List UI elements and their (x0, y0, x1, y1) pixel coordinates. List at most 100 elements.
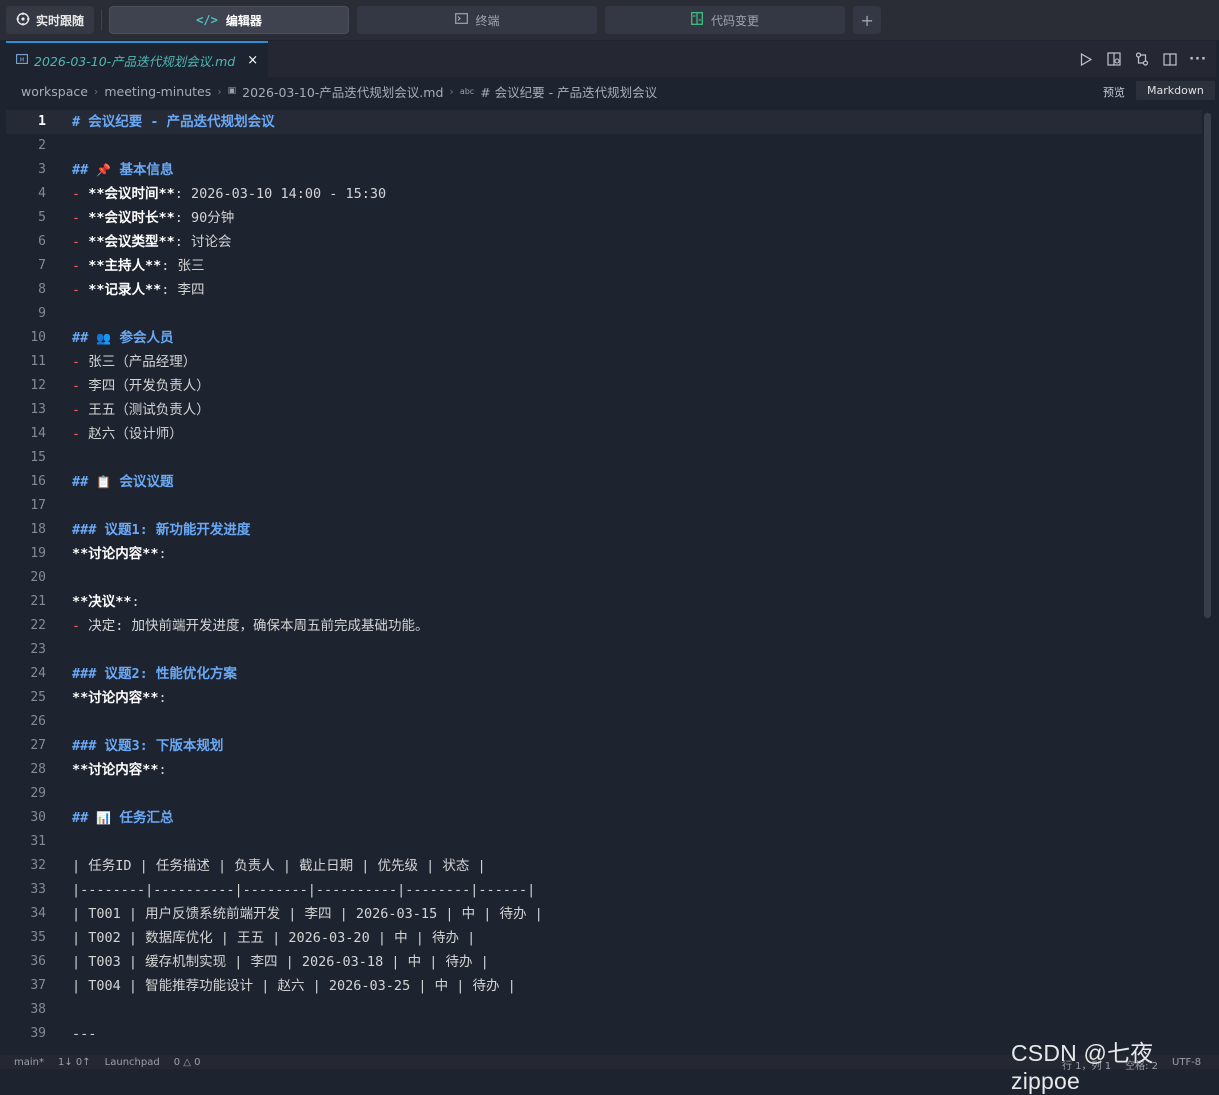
code-line[interactable]: 11 - 张三（产品经理） (6, 350, 1202, 374)
file-tab[interactable]: M 2026-03-10-产品迭代规划会议.md × (6, 41, 269, 77)
code-line[interactable]: 13 - 王五（测试负责人） (6, 398, 1202, 422)
line-number: 24 (30, 666, 46, 681)
sync-status[interactable]: 1↓ 0↑ (58, 1057, 91, 1068)
code-line[interactable]: 38 (6, 998, 1202, 1022)
compare-changes-icon[interactable] (1134, 51, 1150, 67)
diff-icon (691, 12, 703, 28)
preview-button[interactable]: 预览 (1103, 84, 1125, 100)
code-line[interactable]: 4 - **会议时间**: 2026-03-10 14:00 - 15:30 (6, 182, 1202, 206)
code-line[interactable]: 17 (6, 494, 1202, 518)
code-line[interactable]: 30 ## 📊 任务汇总 (6, 806, 1202, 830)
line-number: 11 (30, 354, 46, 369)
line-text: | T004 | 智能推荐功能设计 | 赵六 | 2026-03-25 | 中 … (72, 974, 516, 998)
token: : (158, 690, 167, 706)
token: | T001 | 用户反馈系统前端开发 | 李四 | 2026-03-15 | … (72, 906, 543, 922)
line-number: 1 (38, 114, 46, 129)
run-icon[interactable] (1078, 51, 1094, 67)
line-text: - **记录人**: 李四 (72, 278, 205, 302)
code-line[interactable]: 3 ## 📌 基本信息 (6, 158, 1202, 182)
code-line[interactable]: 20 (6, 566, 1202, 590)
split-editor-icon[interactable] (1162, 51, 1178, 67)
code-line[interactable]: 29 (6, 782, 1202, 806)
code-line[interactable]: 32 | 任务ID | 任务描述 | 负责人 | 截止日期 | 优先级 | 状态 … (6, 854, 1202, 878)
token: **会议类型** (88, 234, 175, 250)
code-line[interactable]: 2 (6, 134, 1202, 158)
line-number: 34 (30, 906, 46, 921)
line-number: 12 (30, 378, 46, 393)
code-line[interactable]: 25 **讨论内容**: (6, 686, 1202, 710)
add-tab-button[interactable]: + (853, 6, 882, 34)
token: - (72, 186, 89, 202)
code-line[interactable]: 35 | T002 | 数据库优化 | 王五 | 2026-03-20 | 中 |… (6, 926, 1202, 950)
code-line[interactable]: 26 (6, 710, 1202, 734)
file-tab-bar: M 2026-03-10-产品迭代规划会议.md × ··· (6, 41, 1216, 77)
token: ## (72, 810, 97, 826)
line-number: 25 (30, 690, 46, 705)
line-number: 13 (30, 402, 46, 417)
tab-code-changes[interactable]: 代码变更 (605, 6, 846, 34)
problems-status[interactable]: 0 △ 0 (174, 1057, 201, 1068)
code-line[interactable]: 18 ### 议题1: 新功能开发进度 (6, 518, 1202, 542)
code-line[interactable]: 16 ## 📋 会议议题 (6, 470, 1202, 494)
tab-editor[interactable]: </> 编辑器 (109, 6, 350, 34)
more-actions-icon[interactable]: ··· (1189, 51, 1206, 67)
code-line[interactable]: 9 (6, 302, 1202, 326)
code-line[interactable]: 12 - 李四（开发负责人） (6, 374, 1202, 398)
breadcrumb-item-symbol[interactable]: # 会议纪要 - 产品迭代规划会议 (480, 82, 657, 101)
code-line[interactable]: 14 - 赵六（设计师） (6, 422, 1202, 446)
open-preview-icon[interactable] (1106, 51, 1122, 67)
git-branch-status[interactable]: main* (14, 1057, 44, 1068)
tab-code-changes-label: 代码变更 (711, 13, 760, 28)
editor-scrollbar[interactable] (1204, 113, 1211, 618)
line-text: - **主持人**: 张三 (72, 254, 205, 278)
code-line[interactable]: 15 (6, 446, 1202, 470)
line-number: 20 (30, 570, 46, 585)
line-text: ## 📌 基本信息 (72, 158, 173, 182)
token: - (72, 258, 89, 274)
live-follow-label: 实时跟随 (36, 13, 85, 28)
code-line[interactable]: 1 # 会议纪要 - 产品迭代规划会议 (6, 110, 1202, 134)
code-line[interactable]: 6 - **会议类型**: 讨论会 (6, 230, 1202, 254)
line-number: 16 (30, 474, 46, 489)
tab-editor-label: 编辑器 (225, 13, 262, 28)
line-number: 10 (30, 330, 46, 345)
code-line[interactable]: 22 - 决定: 加快前端开发进度，确保本周五前完成基础功能。 (6, 614, 1202, 638)
code-line[interactable]: 21 **决议**: (6, 590, 1202, 614)
token: **记录人** (88, 282, 162, 298)
code-line[interactable]: 27 ### 议题3: 下版本规划 (6, 734, 1202, 758)
code-line[interactable]: 36 | T003 | 缓存机制实现 | 李四 | 2026-03-18 | 中 … (6, 950, 1202, 974)
token: - (72, 210, 89, 226)
code-line[interactable]: 28 **讨论内容**: (6, 758, 1202, 782)
token: : 90分钟 (174, 210, 235, 226)
token: 赵六（设计师） (88, 426, 183, 442)
code-line[interactable]: 33 |--------|----------|--------|--------… (6, 878, 1202, 902)
code-line[interactable]: 10 ## 👥 参会人员 (6, 326, 1202, 350)
token: - (72, 426, 89, 442)
close-icon[interactable]: × (247, 53, 258, 68)
file-tab-name: 2026-03-10-产品迭代规划会议.md (34, 53, 236, 69)
chevron-right-icon: › (93, 84, 99, 98)
line-text: |--------|----------|--------|----------… (72, 878, 535, 902)
tab-terminal[interactable]: 终端 (357, 6, 598, 34)
code-editor[interactable]: 1 # 会议纪要 - 产品迭代规划会议 2 3 ## 📌 基本信息 4- **会议时间**… (6, 110, 1202, 1053)
token: : (158, 546, 167, 562)
code-line[interactable]: 37 | T004 | 智能推荐功能设计 | 赵六 | 2026-03-25 | … (6, 974, 1202, 998)
breadcrumb-item-workspace[interactable]: workspace (21, 84, 88, 99)
breadcrumb-item-file[interactable]: 2026-03-10-产品迭代规划会议.md (242, 82, 443, 101)
code-line[interactable]: 8 - **记录人**: 李四 (6, 278, 1202, 302)
code-line[interactable]: 34 | T001 | 用户反馈系统前端开发 | 李四 | 2026-03-15 … (6, 902, 1202, 926)
line-number: 28 (30, 762, 46, 777)
code-line[interactable]: 5 - **会议时长**: 90分钟 (6, 206, 1202, 230)
language-mode-button[interactable]: Markdown (1136, 81, 1215, 100)
code-line[interactable]: 24 ### 议题2: 性能优化方案 (6, 662, 1202, 686)
code-icon: </> (196, 13, 218, 27)
launchpad-status[interactable]: Launchpad (105, 1057, 160, 1068)
code-line[interactable]: 19 **讨论内容**: (6, 542, 1202, 566)
watermark: CSDN @七夜zippoe (1011, 1040, 1154, 1094)
breadcrumb-item-folder[interactable]: meeting-minutes (104, 84, 211, 99)
live-follow-button[interactable]: 实时跟随 (6, 6, 95, 34)
code-line[interactable]: 31 (6, 830, 1202, 854)
code-line[interactable]: 7 - **主持人**: 张三 (6, 254, 1202, 278)
code-line[interactable]: 23 (6, 638, 1202, 662)
line-number: 23 (30, 642, 46, 657)
